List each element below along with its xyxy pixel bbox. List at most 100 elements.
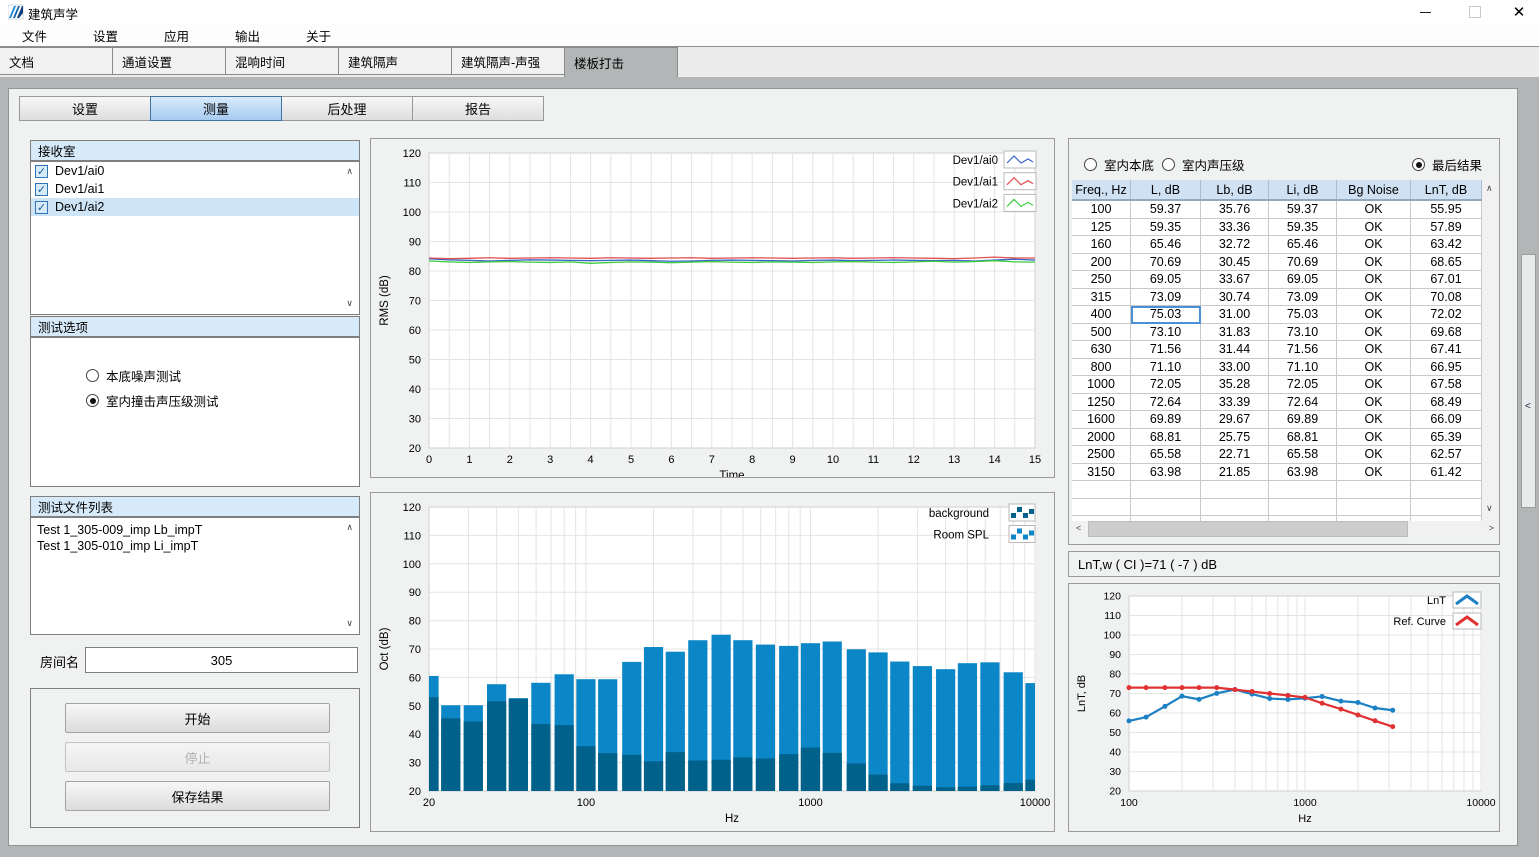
- table-row[interactable]: [1072, 481, 1482, 499]
- stop-button[interactable]: 停止: [65, 742, 330, 772]
- table-cell[interactable]: OK: [1337, 254, 1411, 272]
- table-row[interactable]: 12559.3533.3659.35OK57.89: [1072, 219, 1482, 237]
- table-row[interactable]: 80071.1033.0071.10OK66.95: [1072, 359, 1482, 377]
- test-option[interactable]: 室内撞击声压级测试: [86, 391, 219, 410]
- table-row[interactable]: 31573.0930.7473.09OK70.08: [1072, 289, 1482, 307]
- table-cell[interactable]: 73.09: [1131, 289, 1201, 307]
- table-cell[interactable]: OK: [1337, 236, 1411, 254]
- table-cell[interactable]: 31.00: [1201, 306, 1269, 324]
- checkbox-icon[interactable]: ✓: [35, 183, 48, 196]
- subtab-2[interactable]: 后处理: [281, 96, 413, 121]
- table-cell[interactable]: 69.05: [1269, 271, 1337, 289]
- table-row[interactable]: 315063.9821.8563.98OK61.42: [1072, 464, 1482, 482]
- radio-icon[interactable]: [86, 369, 99, 382]
- table-row[interactable]: 160069.8929.6769.89OK66.09: [1072, 411, 1482, 429]
- checkbox-icon[interactable]: ✓: [35, 165, 48, 178]
- table-row[interactable]: 20070.6930.4570.69OK68.65: [1072, 254, 1482, 272]
- channel-row[interactable]: ✓Dev1/ai1: [31, 180, 359, 198]
- table-cell[interactable]: 63.98: [1131, 464, 1201, 482]
- table-cell[interactable]: 66.95: [1411, 359, 1482, 377]
- table-cell[interactable]: 31.44: [1201, 341, 1269, 359]
- table-cell[interactable]: 250: [1072, 271, 1131, 289]
- table-cell[interactable]: 59.37: [1131, 201, 1201, 219]
- start-button[interactable]: 开始: [65, 703, 330, 733]
- table-cell[interactable]: OK: [1337, 446, 1411, 464]
- table-cell[interactable]: 65.58: [1131, 446, 1201, 464]
- scroll-up-icon[interactable]: ∧: [1486, 184, 1493, 193]
- table-cell[interactable]: 30.45: [1201, 254, 1269, 272]
- table-row[interactable]: 40075.0331.0075.03OK72.02: [1072, 306, 1482, 324]
- table-cell[interactable]: 29.67: [1201, 411, 1269, 429]
- table-cell[interactable]: 59.35: [1131, 219, 1201, 237]
- menu-item-2[interactable]: 应用: [152, 26, 201, 45]
- result-view-option[interactable]: 室内本底: [1084, 155, 1154, 174]
- table-cell[interactable]: 35.76: [1201, 201, 1269, 219]
- table-cell[interactable]: OK: [1337, 306, 1411, 324]
- table-cell[interactable]: [1201, 499, 1269, 517]
- table-cell[interactable]: 21.85: [1201, 464, 1269, 482]
- table-row[interactable]: 25069.0533.6769.05OK67.01: [1072, 271, 1482, 289]
- tab-4[interactable]: 建筑隔声-声强: [451, 47, 565, 75]
- table-cell[interactable]: 75.03: [1131, 306, 1201, 324]
- subtab-0[interactable]: 设置: [19, 96, 151, 121]
- table-row[interactable]: 16065.4632.7265.46OK63.42: [1072, 236, 1482, 254]
- result-view-option[interactable]: 室内声压级: [1162, 155, 1245, 174]
- table-cell[interactable]: 33.39: [1201, 394, 1269, 412]
- radio-icon[interactable]: [86, 394, 99, 407]
- table-cell[interactable]: OK: [1337, 394, 1411, 412]
- table-row[interactable]: 10059.3735.7659.37OK55.95: [1072, 201, 1482, 219]
- table-cell[interactable]: 65.39: [1411, 429, 1482, 447]
- table-row[interactable]: 250065.5822.7165.58OK62.57: [1072, 446, 1482, 464]
- list-scroll-down-icon[interactable]: ∨: [346, 299, 353, 308]
- table-cell[interactable]: 630: [1072, 341, 1131, 359]
- table-cell[interactable]: 59.35: [1269, 219, 1337, 237]
- radio-icon[interactable]: [1412, 158, 1425, 171]
- table-row[interactable]: [1072, 499, 1482, 517]
- table-cell[interactable]: 69.68: [1411, 324, 1482, 342]
- table-cell[interactable]: 125: [1072, 219, 1131, 237]
- table-cell[interactable]: 160: [1072, 236, 1131, 254]
- table-cell[interactable]: [1269, 499, 1337, 517]
- table-cell[interactable]: 500: [1072, 324, 1131, 342]
- test-option[interactable]: 本底噪声测试: [86, 366, 181, 385]
- table-cell[interactable]: OK: [1337, 289, 1411, 307]
- table-cell[interactable]: 2500: [1072, 446, 1131, 464]
- table-cell[interactable]: [1337, 499, 1411, 517]
- table-cell[interactable]: OK: [1337, 324, 1411, 342]
- table-cell[interactable]: 33.67: [1201, 271, 1269, 289]
- table-cell[interactable]: 71.10: [1269, 359, 1337, 377]
- table-cell[interactable]: 72.64: [1131, 394, 1201, 412]
- table-hscrollbar[interactable]: < >: [1072, 521, 1498, 537]
- table-cell[interactable]: OK: [1337, 201, 1411, 219]
- subtab-3[interactable]: 报告: [412, 96, 544, 121]
- table-row[interactable]: 63071.5631.4471.56OK67.41: [1072, 341, 1482, 359]
- table-cell[interactable]: 315: [1072, 289, 1131, 307]
- table-row[interactable]: 100072.0535.2872.05OK67.58: [1072, 376, 1482, 394]
- list-scroll-up-icon[interactable]: ∧: [346, 167, 353, 176]
- table-cell[interactable]: 73.09: [1269, 289, 1337, 307]
- table-cell[interactable]: OK: [1337, 411, 1411, 429]
- table-cell[interactable]: 69.05: [1131, 271, 1201, 289]
- table-cell[interactable]: [1072, 481, 1131, 499]
- table-cell[interactable]: OK: [1337, 359, 1411, 377]
- table-row[interactable]: 200068.8125.7568.81OK65.39: [1072, 429, 1482, 447]
- channel-row[interactable]: ✓Dev1/ai0: [31, 162, 359, 180]
- table-cell[interactable]: 61.42: [1411, 464, 1482, 482]
- table-cell[interactable]: 68.49: [1411, 394, 1482, 412]
- tab-0[interactable]: 文档: [0, 47, 113, 75]
- table-cell[interactable]: [1072, 499, 1131, 517]
- table-cell[interactable]: 31.83: [1201, 324, 1269, 342]
- tab-5[interactable]: 楼板打击: [564, 47, 678, 77]
- result-view-option[interactable]: 最后结果: [1412, 155, 1482, 174]
- table-cell[interactable]: 68.81: [1131, 429, 1201, 447]
- table-cell[interactable]: 65.46: [1131, 236, 1201, 254]
- table-vscrollbar[interactable]: ∧ ∨: [1482, 180, 1498, 517]
- table-cell[interactable]: 100: [1072, 201, 1131, 219]
- list-scroll-up-icon[interactable]: ∧: [346, 523, 353, 532]
- table-cell[interactable]: 35.28: [1201, 376, 1269, 394]
- table-cell[interactable]: 75.03: [1269, 306, 1337, 324]
- table-cell[interactable]: 65.58: [1269, 446, 1337, 464]
- table-cell[interactable]: 33.00: [1201, 359, 1269, 377]
- table-cell[interactable]: 70.69: [1131, 254, 1201, 272]
- table-cell[interactable]: 30.74: [1201, 289, 1269, 307]
